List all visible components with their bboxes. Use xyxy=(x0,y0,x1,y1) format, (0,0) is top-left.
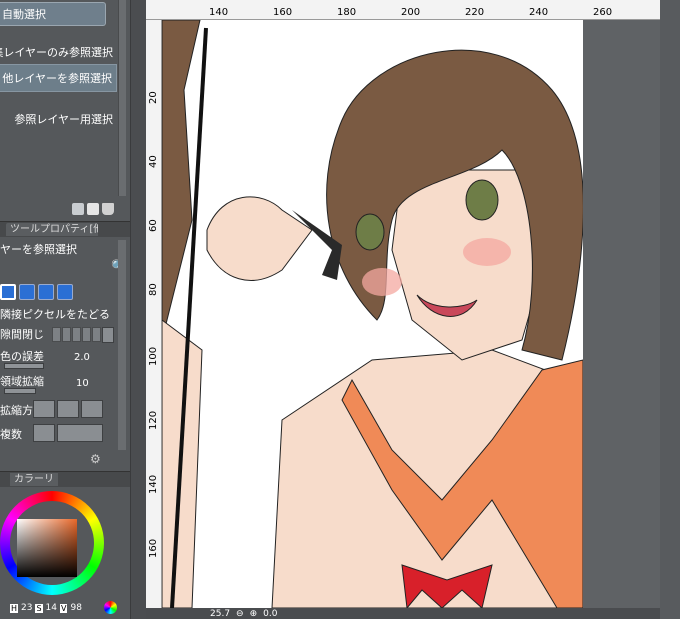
ruler-horizontal: 140 160 180 200 220 240 260 xyxy=(146,0,662,20)
ruler-label: 240 xyxy=(529,7,549,18)
tolerance-slider[interactable] xyxy=(4,363,44,369)
clip-studio-window: 自動選択 編集レイヤーのみ参照選択 他レイヤーを参照選択 参照レイヤー用選択 ツ… xyxy=(0,0,680,619)
saturation-value-picker[interactable] xyxy=(17,519,77,577)
ruler-label: 100 xyxy=(148,346,159,366)
target-all-layers-icon[interactable] xyxy=(33,424,55,442)
hsv-readout: H 23 S 14 V 98 xyxy=(10,603,82,613)
color-panel-header: カラーリ xyxy=(0,471,130,487)
tool-property-tab[interactable]: ツールプロパティ[他レ xyxy=(6,223,98,236)
new-selection-button[interactable] xyxy=(0,284,16,300)
sub-tool-label: 編集レイヤーのみ参照選択 xyxy=(0,46,113,59)
auto-select-label: 自動選択 xyxy=(2,8,46,21)
new-page-icon[interactable] xyxy=(87,203,99,215)
sub-tool-label: 参照レイヤー用選択 xyxy=(14,113,113,126)
rotation-value[interactable]: 0.0 xyxy=(263,609,277,619)
illustration xyxy=(162,20,583,608)
vertical-scrollbar[interactable] xyxy=(660,0,680,619)
ruler-label: 40 xyxy=(148,155,159,168)
ruler-label: 140 xyxy=(209,7,229,18)
zoom-value[interactable]: 25.7 xyxy=(210,609,230,619)
auto-select-button[interactable]: 自動選択 xyxy=(0,2,106,26)
left-panels: 自動選択 編集レイヤーのみ参照選択 他レイヤーを参照選択 参照レイヤー用選択 ツ… xyxy=(0,0,130,619)
ruler-label: 260 xyxy=(593,7,613,18)
saturation-value: 14 xyxy=(45,603,57,613)
settings-icon[interactable] xyxy=(72,203,84,215)
value-value: 98 xyxy=(70,603,82,613)
ruler-label: 160 xyxy=(273,7,293,18)
expand-value[interactable]: 10 xyxy=(76,378,89,389)
sub-tool-edit-layer-only[interactable]: 編集レイヤーのみ参照選択 xyxy=(0,41,117,63)
panel-divider[interactable] xyxy=(130,0,146,619)
color-mode-icon[interactable] xyxy=(104,601,117,614)
subtool-scrollbar[interactable] xyxy=(118,0,126,196)
ruler-label: 140 xyxy=(148,474,159,494)
subtract-selection-button[interactable] xyxy=(38,284,54,300)
tool-name: ヤーを参照選択 xyxy=(0,243,77,256)
sub-tool-reference-layer[interactable]: 参照レイヤー用選択 xyxy=(0,108,117,130)
zoom-in-icon[interactable]: ⊕ xyxy=(250,609,258,619)
expand-label: 領域拡縮 xyxy=(0,375,44,388)
target-reference-layers-icon[interactable] xyxy=(57,424,103,442)
sub-tool-other-layer[interactable]: 他レイヤーを参照選択 xyxy=(0,64,117,92)
saturation-key: S xyxy=(35,603,43,613)
tool-property-scrollbar[interactable] xyxy=(118,240,126,450)
ruler-label: 160 xyxy=(148,538,159,558)
tolerance-value[interactable]: 2.0 xyxy=(74,352,90,363)
drawing-canvas[interactable] xyxy=(162,20,583,608)
ruler-vertical: 20 40 60 80 100 120 140 160 xyxy=(146,20,162,608)
selection-mode-buttons xyxy=(0,281,114,303)
target-label: 複数 xyxy=(0,428,22,441)
value-key: V xyxy=(60,603,68,613)
close-gap-label: 隙間閉じ xyxy=(0,328,44,341)
close-gap-expand-icon[interactable] xyxy=(102,327,114,343)
ruler-label: 60 xyxy=(148,219,159,232)
expand-slider[interactable] xyxy=(4,388,36,394)
color-tab[interactable]: カラーリ xyxy=(10,473,58,486)
close-gap-levels[interactable] xyxy=(52,327,101,342)
hue-value: 23 xyxy=(21,603,33,613)
ruler-label: 120 xyxy=(148,410,159,430)
ruler-label: 220 xyxy=(465,7,485,18)
follow-adjacent-label[interactable]: 隣接ピクセルをたどる xyxy=(0,306,110,322)
method-label: 拡縮方 xyxy=(0,404,33,417)
tolerance-label: 色の誤差 xyxy=(0,350,44,363)
tool-property-settings-icon[interactable]: ⚙ xyxy=(90,452,101,466)
status-bar: 25.7 ⊖ ⊕ 0.0 xyxy=(146,608,660,619)
hue-key: H xyxy=(10,603,19,613)
method-round-icon[interactable] xyxy=(57,400,79,418)
ruler-label: 80 xyxy=(148,283,159,296)
ruler-label: 200 xyxy=(401,7,421,18)
canvas-outside-area xyxy=(583,20,660,608)
add-selection-button[interactable] xyxy=(19,284,35,300)
method-square-icon[interactable] xyxy=(33,400,55,418)
tool-property-header: ツールプロパティ[他レ xyxy=(0,221,130,237)
sub-tool-label: 他レイヤーを参照選択 xyxy=(2,72,112,85)
subtool-icon-row xyxy=(72,200,128,218)
zoom-out-icon[interactable]: ⊖ xyxy=(236,609,244,619)
ruler-label: 20 xyxy=(148,91,159,104)
intersect-selection-button[interactable] xyxy=(57,284,73,300)
method-mitre-icon[interactable] xyxy=(81,400,103,418)
trash-icon[interactable] xyxy=(102,203,114,215)
ruler-label: 180 xyxy=(337,7,357,18)
